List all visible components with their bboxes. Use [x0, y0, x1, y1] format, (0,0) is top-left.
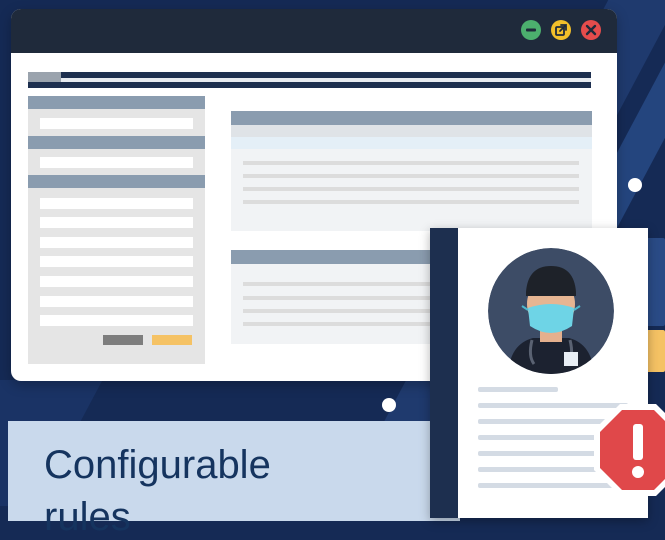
- sidebar-field[interactable]: [40, 217, 193, 228]
- caption-box: Configurable rules: [8, 421, 460, 539]
- text-line: [243, 161, 579, 165]
- sidebar-field[interactable]: [40, 296, 193, 307]
- profile-line: [478, 387, 558, 392]
- side-tab-accent: [646, 330, 665, 372]
- sidebar-field[interactable]: [40, 256, 193, 267]
- sidebar-field[interactable]: [40, 237, 193, 248]
- content-panel-row: [231, 137, 592, 149]
- sidebar-field[interactable]: [40, 118, 193, 129]
- sidebar-field[interactable]: [40, 315, 193, 326]
- close-icon[interactable]: [581, 20, 601, 40]
- doctor-avatar-icon: [488, 248, 614, 374]
- sidebar-header: [28, 136, 205, 149]
- sidebar-header: [28, 96, 205, 109]
- alert-octagon-icon: [594, 402, 665, 498]
- cancel-button[interactable]: [103, 335, 143, 345]
- popout-icon[interactable]: [551, 20, 571, 40]
- window-titlebar: [11, 9, 617, 53]
- profile-card-spine: [430, 228, 458, 518]
- text-line: [243, 187, 579, 191]
- text-line: [243, 200, 579, 204]
- sidebar-field[interactable]: [40, 276, 193, 287]
- nav-tab[interactable]: [28, 72, 61, 82]
- sidebar-field[interactable]: [40, 157, 193, 168]
- submit-button[interactable]: [152, 335, 192, 345]
- sidebar-header: [28, 175, 205, 188]
- caption-subtitle: rules: [44, 495, 131, 539]
- content-panel-header: [231, 111, 592, 125]
- text-line: [243, 174, 579, 178]
- decor-dot: [382, 398, 396, 412]
- minimize-icon[interactable]: [521, 20, 541, 40]
- sidebar-field[interactable]: [40, 198, 193, 209]
- side-tab: [646, 238, 665, 326]
- nav-line: [61, 78, 591, 82]
- decor-dot: [628, 178, 642, 192]
- caption-title: Configurable: [44, 443, 271, 487]
- content-panel-subheader: [231, 125, 592, 137]
